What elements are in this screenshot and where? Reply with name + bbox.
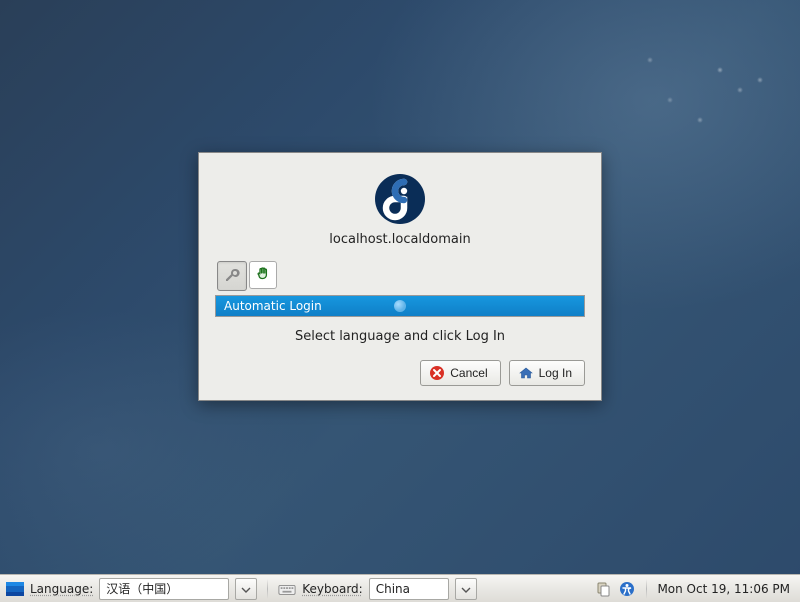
keyboard-value: China [376,582,410,596]
keyboard-icon [278,580,296,598]
settings-button[interactable] [217,261,247,291]
logo-container [215,173,585,228]
panel-clock: Mon Oct 19, 11:06 PM [657,582,790,596]
home-icon [518,365,534,381]
cancel-button-label: Cancel [450,366,487,380]
cancel-icon [429,365,445,381]
login-button[interactable]: Log In [509,360,585,386]
cancel-button[interactable]: Cancel [420,360,500,386]
hand-icon [255,266,271,285]
accessibility-button[interactable] [249,261,277,289]
keyboard-dropdown-button[interactable] [455,578,477,600]
language-dropdown-button[interactable] [235,578,257,600]
user-item-automatic-login[interactable]: Automatic Login [216,296,584,316]
login-button-label: Log In [539,366,572,380]
panel-separator [646,579,647,599]
panel-separator [267,579,268,599]
user-list[interactable]: Automatic Login [215,295,585,317]
wrench-icon [223,266,241,287]
clipboard-icon[interactable] [594,580,612,598]
language-value: 汉语（中国） [106,580,178,597]
bottom-panel: Language: 汉语（中国） Keyboard: China [0,574,800,602]
user-item-label: Automatic Login [224,299,322,313]
instruction-text: Select language and click Log In [215,329,585,344]
status-indicator-icon [394,300,406,312]
hostname-label: localhost.localdomain [215,232,585,247]
button-row: Cancel Log In [215,360,585,386]
chevron-down-icon [241,582,251,596]
language-label: Language: [30,582,93,596]
fedora-logo-icon [374,173,426,225]
keyboard-select[interactable]: China [369,578,449,600]
accessibility-panel-icon[interactable] [618,580,636,598]
flag-icon [6,580,24,598]
login-dialog: localhost.localdomain Automatic Login Se… [198,152,602,401]
tool-buttons [217,261,585,291]
language-select[interactable]: 汉语（中国） [99,578,229,600]
keyboard-label: Keyboard: [302,582,362,596]
chevron-down-icon [461,582,471,596]
